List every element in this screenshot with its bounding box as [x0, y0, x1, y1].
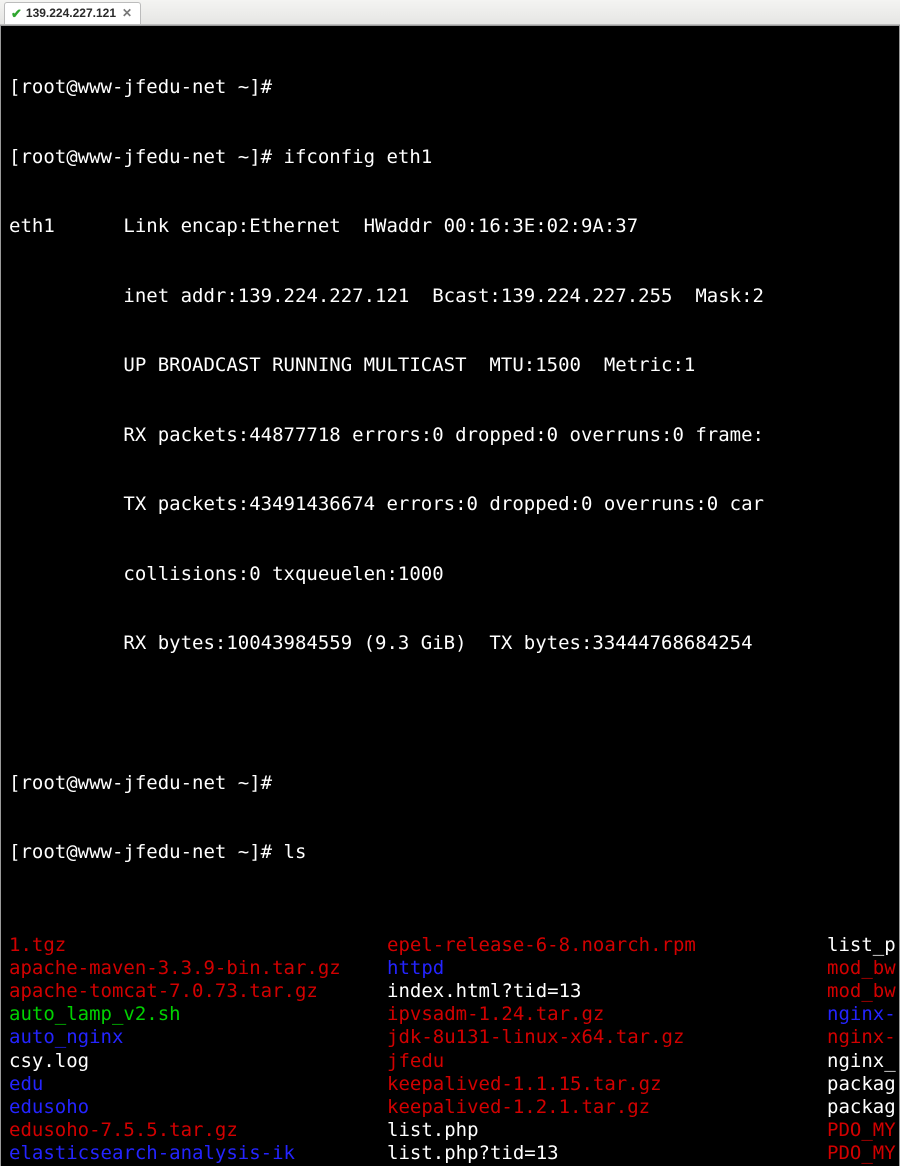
file-entry: index.html?tid=13 [387, 980, 827, 1003]
file-entry: httpd [387, 957, 827, 980]
file-entry: jfedu [387, 1050, 827, 1073]
file-entry: apache-tomcat-7.0.73.tar.gz [9, 980, 387, 1003]
list-row: auto_nginxjdk-8u131-linux-x64.tar.gzngin… [9, 1026, 891, 1049]
ssh-window: ✔ 139.224.227.121 ✕ [root@www-jfedu-net … [0, 0, 900, 583]
cmd-ls: ls [284, 841, 307, 863]
file-entry: edusoho-7.5.5.tar.gz [9, 1119, 387, 1142]
list-row: auto_lamp_v2.shipvsadm-1.24.tar.gznginx- [9, 1003, 891, 1026]
file-entry: mod_bw [827, 957, 896, 980]
file-entry: jdk-8u131-linux-x64.tar.gz [387, 1026, 827, 1049]
file-entry: epel-release-6-8.noarch.rpm [387, 934, 827, 957]
tab-title: 139.224.227.121 [26, 6, 116, 21]
file-entry: auto_lamp_v2.sh [9, 1003, 387, 1026]
prompt: [root@www-jfedu-net ~]# [9, 772, 284, 794]
list-row: edusohokeepalived-1.2.1.tar.gzpackag [9, 1096, 891, 1119]
file-entry: PDO_MY [827, 1119, 896, 1142]
file-entry: list.php?tid=13 [387, 1142, 827, 1165]
prompt: [root@www-jfedu-net ~]# [9, 841, 284, 863]
file-entry: edusoho [9, 1096, 387, 1119]
file-entry: mod_bw [827, 980, 896, 1003]
file-entry: PDO_MY [827, 1142, 896, 1165]
ifconfig-output: TX packets:43491436674 errors:0 dropped:… [9, 493, 891, 516]
file-entry: nginx_ [827, 1050, 896, 1073]
ifconfig-output: eth1 Link encap:Ethernet HWaddr 00:16:3E… [9, 215, 891, 238]
session-tab[interactable]: ✔ 139.224.227.121 ✕ [4, 2, 141, 24]
cmd-ifconfig: ifconfig eth1 [284, 146, 433, 168]
ifconfig-output: inet addr:139.224.227.121 Bcast:139.224.… [9, 285, 891, 308]
file-entry: packag [827, 1073, 896, 1096]
file-entry: csy.log [9, 1050, 387, 1073]
list-row: apache-maven-3.3.9-bin.tar.gzhttpdmod_bw [9, 957, 891, 980]
file-entry: keepalived-1.2.1.tar.gz [387, 1096, 827, 1119]
file-entry: nginx- [827, 1003, 896, 1026]
file-entry: list.php [387, 1119, 827, 1142]
list-row: csy.logjfedunginx_ [9, 1050, 891, 1073]
list-row: 1.tgzepel-release-6-8.noarch.rpmlist_p [9, 934, 891, 957]
file-entry: nginx- [827, 1026, 896, 1049]
file-entry: packag [827, 1096, 896, 1119]
tab-close-icon[interactable]: ✕ [120, 6, 134, 21]
file-entry: auto_nginx [9, 1026, 387, 1049]
list-row: apache-tomcat-7.0.73.tar.gzindex.html?ti… [9, 980, 891, 1003]
ifconfig-output: RX packets:44877718 errors:0 dropped:0 o… [9, 424, 891, 447]
file-entry: list_p [827, 934, 896, 957]
file-entry: edu [9, 1073, 387, 1096]
tab-bar: ✔ 139.224.227.121 ✕ [0, 0, 900, 25]
list-row: edusoho-7.5.5.tar.gzlist.phpPDO_MY [9, 1119, 891, 1142]
file-entry: elasticsearch-analysis-ik [9, 1142, 387, 1165]
file-entry: 1.tgz [9, 934, 387, 957]
file-entry: keepalived-1.1.15.tar.gz [387, 1073, 827, 1096]
terminal[interactable]: [root@www-jfedu-net ~]# [root@www-jfedu-… [0, 25, 900, 1166]
prompt: [root@www-jfedu-net ~]# [9, 146, 284, 168]
prompt: [root@www-jfedu-net ~]# [9, 76, 284, 98]
ifconfig-output: RX bytes:10043984559 (9.3 GiB) TX bytes:… [9, 632, 891, 655]
file-entry: ipvsadm-1.24.tar.gz [387, 1003, 827, 1026]
list-row: edukeepalived-1.1.15.tar.gzpackag [9, 1073, 891, 1096]
ls-output: 1.tgzepel-release-6-8.noarch.rpmlist_pap… [9, 934, 891, 1166]
connected-check-icon: ✔ [11, 6, 22, 22]
list-row: elasticsearch-analysis-iklist.php?tid=13… [9, 1142, 891, 1165]
ifconfig-output: UP BROADCAST RUNNING MULTICAST MTU:1500 … [9, 354, 891, 377]
file-entry: apache-maven-3.3.9-bin.tar.gz [9, 957, 387, 980]
